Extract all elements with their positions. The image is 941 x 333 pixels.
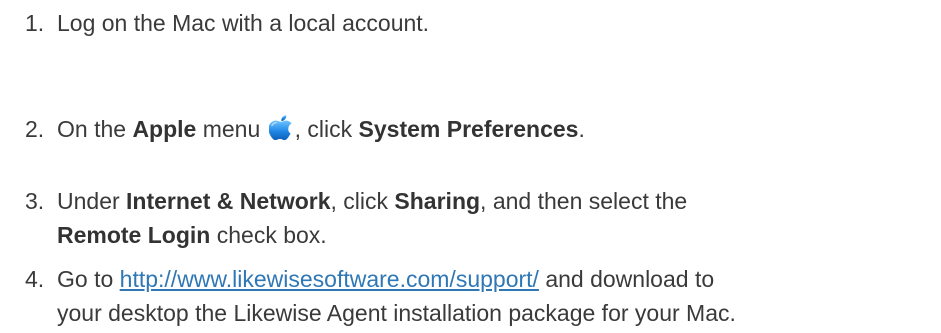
sharing-label: Sharing — [394, 188, 481, 214]
step-text-segment: , click — [294, 116, 359, 142]
step-number: 2. — [25, 116, 45, 142]
step-text: Log on the Mac with a local account. — [57, 10, 430, 36]
step-text-segment: On the — [57, 116, 133, 142]
step-text-segment: menu — [196, 116, 267, 142]
system-preferences-label: System Preferences — [358, 116, 579, 142]
remote-login-label: Remote Login — [57, 222, 211, 248]
step-line-2: Remote Login check box. — [57, 218, 687, 252]
step-2: 2. On the Apple menu , click System Prefe… — [25, 112, 585, 146]
step-body: On the Apple menu , click System Prefere… — [57, 112, 585, 146]
step-text-segment: Under — [57, 188, 127, 214]
step-4: 4. Go to http://www.likewisesoftware.com/… — [25, 262, 736, 330]
step-line-1: Under Internet & Network, click Sharing,… — [57, 184, 687, 218]
internet-network-label: Internet & Network — [126, 188, 331, 214]
support-link[interactable]: http://www.likewisesoftware.com/support/ — [120, 266, 539, 292]
apple-menu-label: Apple — [132, 116, 197, 142]
step-line-2: your desktop the Likewise Agent installa… — [57, 300, 736, 326]
step-3: 3. Under Internet & Network, click Sharin… — [25, 184, 687, 252]
step-line-1: Go to http://www.likewisesoftware.com/su… — [57, 262, 736, 296]
step-body: Under Internet & Network, click Sharing,… — [57, 184, 687, 252]
step-1: 1. Log on the Mac with a local account. — [25, 6, 429, 40]
step-text-segment: check box. — [210, 222, 327, 248]
step-text-segment: , click — [330, 188, 395, 214]
step-text-segment: Go to — [57, 266, 120, 292]
step-number: 4. — [25, 266, 45, 292]
step-body: Go to http://www.likewisesoftware.com/su… — [57, 262, 736, 330]
instruction-steps: 1. Log on the Mac with a local account. 2… — [0, 0, 941, 333]
step-number: 1. — [25, 10, 45, 36]
step-text-segment: , and then select the — [480, 188, 688, 214]
step-text-segment: . — [578, 116, 585, 142]
apple-logo-icon — [268, 115, 292, 141]
step-text-segment: and download to — [538, 266, 715, 292]
step-number: 3. — [25, 188, 45, 214]
